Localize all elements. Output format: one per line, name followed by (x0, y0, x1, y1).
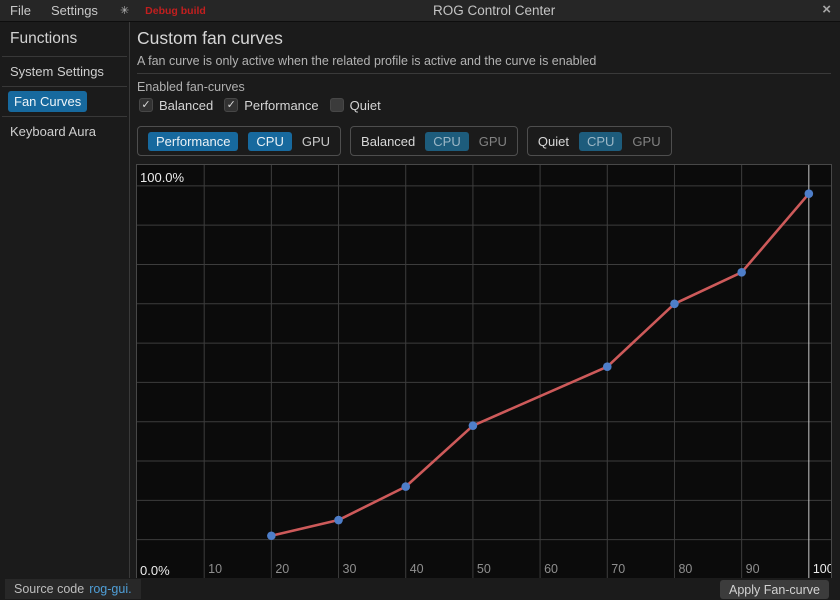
tab-profile-quiet[interactable]: Quiet (538, 134, 569, 149)
page-title: Custom fan curves (137, 28, 283, 49)
tab-profile-balanced[interactable]: Balanced (361, 134, 415, 149)
footer-bar: Source code rog-gui. Apply Fan-curve (0, 578, 840, 600)
x-tick-label: 50 (477, 562, 491, 576)
titlebar: File Settings ✳ Debug build ROG Control … (0, 0, 840, 22)
checkbox-box[interactable]: ✓ (139, 98, 153, 112)
apply-fan-curve-button[interactable]: Apply Fan-curve (720, 580, 829, 599)
main-panel: Custom fan curves A fan curve is only ac… (131, 22, 840, 578)
tab-performance-gpu[interactable]: GPU (302, 134, 330, 149)
checkbox-balanced[interactable]: ✓ Balanced (139, 98, 213, 113)
sidebar-item-system-settings[interactable]: System Settings (0, 57, 129, 86)
x-tick-label: 10 (208, 562, 222, 576)
fan-curve-point[interactable] (401, 482, 410, 491)
close-icon[interactable]: × (822, 1, 831, 18)
fan-curve-point[interactable] (334, 516, 343, 525)
checkbox-label: Balanced (159, 98, 213, 113)
checkbox-quiet[interactable]: Quiet (330, 98, 381, 113)
x-tick-label: 60 (544, 562, 558, 576)
fan-curve-point[interactable] (603, 362, 612, 371)
divider (137, 73, 831, 74)
fan-curve-point[interactable] (469, 421, 478, 430)
checkbox-label: Performance (244, 98, 318, 113)
y-tick-label: 100.0% (140, 170, 185, 185)
x-tick-label: 80 (678, 562, 692, 576)
x-tick-label: 70 (611, 562, 625, 576)
fan-curve-point[interactable] (670, 299, 679, 308)
fan-curve-plot[interactable]: 0.0% 100.0% 10 20 30 40 50 60 70 80 90 100 (137, 165, 831, 579)
checkbox-performance[interactable]: ✓ Performance (224, 98, 318, 113)
tab-group-performance: Performance CPU GPU (137, 126, 341, 156)
sidebar-header: Functions (0, 22, 129, 56)
sidebar-item-fan-curves[interactable]: Fan Curves (0, 87, 129, 116)
y-tick-label: 0.0% (140, 563, 170, 578)
checkbox-box[interactable]: ✓ (224, 98, 238, 112)
fan-curve-point[interactable] (267, 531, 276, 540)
x-tick-label: 90 (746, 562, 760, 576)
source-code-link[interactable]: rog-gui. (89, 582, 131, 596)
tab-quiet-gpu[interactable]: GPU (632, 134, 660, 149)
tab-group-balanced: Balanced CPU GPU (350, 126, 518, 156)
menu-file[interactable]: File (0, 3, 41, 18)
tab-quiet-cpu[interactable]: CPU (579, 132, 622, 151)
enabled-fan-curves-label: Enabled fan-curves (137, 80, 245, 94)
x-tick-label: 20 (275, 562, 289, 576)
enabled-curves-row: ✓ Balanced ✓ Performance Quiet (139, 96, 381, 114)
fan-curve-chart[interactable]: 0.0% 100.0% 10 20 30 40 50 60 70 80 90 100 (136, 164, 832, 580)
x-tick-label: 100 (813, 562, 831, 576)
check-icon: ✓ (227, 100, 236, 111)
sidebar-item-keyboard-aura[interactable]: Keyboard Aura (0, 117, 129, 146)
sidebar-item-label: System Settings (8, 62, 106, 81)
check-icon: ✓ (141, 100, 150, 111)
fan-curve-point[interactable] (805, 189, 814, 198)
rog-control-center-window: File Settings ✳ Debug build ROG Control … (0, 0, 840, 600)
fan-curve-point[interactable] (737, 268, 746, 277)
tab-profile-performance[interactable]: Performance (148, 132, 238, 151)
theme-toggle-icon[interactable]: ✳ (120, 4, 129, 17)
tab-group-quiet: Quiet CPU GPU (527, 126, 672, 156)
source-code-label: Source code (14, 582, 84, 596)
checkbox-box[interactable] (330, 98, 344, 112)
window-title: ROG Control Center (433, 3, 555, 18)
menu-settings[interactable]: Settings (41, 3, 108, 18)
tab-performance-cpu[interactable]: CPU (248, 132, 291, 151)
sidebar-item-label: Fan Curves (8, 91, 87, 112)
source-code-box: Source code rog-gui. (5, 579, 141, 599)
checkbox-label: Quiet (350, 98, 381, 113)
debug-build-label: Debug build (145, 5, 206, 17)
sidebar: Functions System Settings Fan Curves Key… (0, 22, 130, 578)
x-tick-label: 40 (410, 562, 424, 576)
profile-tabs-row: Performance CPU GPU Balanced CPU GPU Qui… (137, 126, 672, 156)
sidebar-item-label: Keyboard Aura (8, 122, 98, 141)
tab-balanced-cpu[interactable]: CPU (425, 132, 468, 151)
x-tick-label: 30 (343, 562, 357, 576)
page-subtitle: A fan curve is only active when the rela… (137, 54, 596, 68)
tab-balanced-gpu[interactable]: GPU (479, 134, 507, 149)
